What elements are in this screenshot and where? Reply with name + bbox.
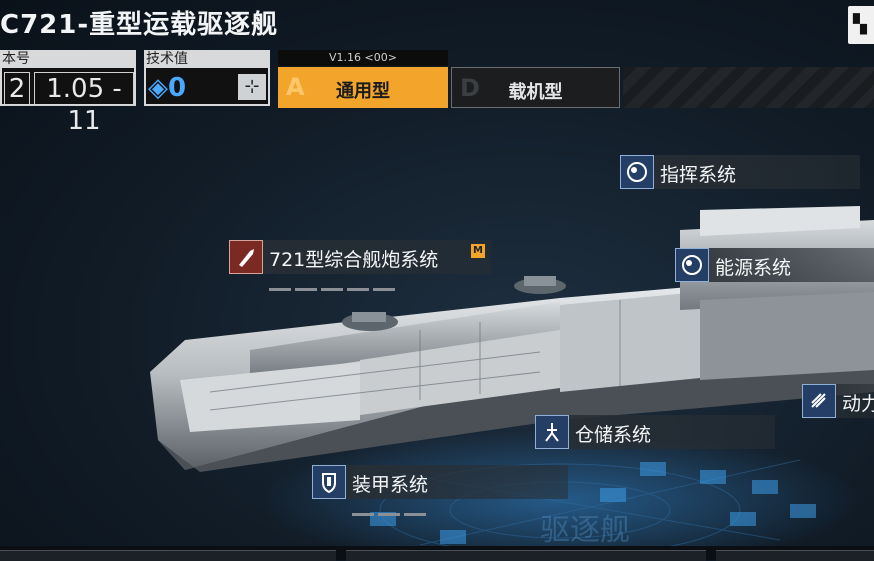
bottom-panel-left[interactable]: [0, 550, 336, 561]
shell-icon: [229, 240, 263, 274]
system-label: 装甲系统: [352, 474, 429, 496]
tech-label: 技术值: [144, 50, 270, 68]
system-naval-gun[interactable]: 721型综合舰炮系统 M: [229, 240, 491, 291]
tech-value: ◈0: [148, 72, 186, 104]
mod-badge: M: [471, 244, 485, 258]
system-label: 指挥系统: [660, 164, 737, 186]
system-command[interactable]: 指挥系统: [620, 155, 860, 189]
system-label: 仓储系统: [575, 424, 652, 446]
level-ticks: [352, 501, 430, 516]
version-panel: 本号 2 1.05 - 11: [0, 50, 136, 136]
system-energy[interactable]: 能源系统: [675, 248, 874, 282]
target-icon: [675, 248, 709, 282]
target-icon: [620, 155, 654, 189]
locked-tab-slot: [623, 67, 874, 108]
system-label: 动力: [842, 393, 874, 415]
version-major: 2: [4, 72, 30, 106]
tab-label: 通用型: [336, 81, 390, 102]
system-label: 721型综合舰炮系统: [269, 249, 439, 271]
tab-label: 载机型: [508, 82, 563, 103]
bottom-panel-right[interactable]: [716, 550, 874, 561]
version-tag: V1.16 <00>: [278, 50, 448, 66]
bottom-panel-strip: [0, 546, 874, 561]
system-propulsion[interactable]: 动力: [802, 384, 874, 418]
corner-menu-button[interactable]: ▚: [848, 6, 874, 44]
version-minor: 1.05 - 11: [34, 72, 134, 136]
level-ticks: [269, 276, 399, 291]
engine-icon: [802, 384, 836, 418]
menu-icon: ▚: [853, 14, 867, 35]
bottom-panel-center[interactable]: [346, 550, 706, 561]
page-title: C721-重型运载驱逐舰: [0, 10, 279, 40]
tech-adjust-button[interactable]: ⊹: [238, 74, 266, 100]
tab-general-type[interactable]: A 通用型: [278, 67, 448, 108]
tech-panel: 技术值 ◈0 ⊹: [144, 50, 270, 106]
system-label: 能源系统: [715, 257, 792, 279]
system-storage[interactable]: 仓储系统: [535, 415, 775, 449]
watermark-text: 驱逐舰: [540, 514, 630, 547]
tech-points-icon: ◈: [148, 73, 168, 103]
system-armor[interactable]: 装甲系统: [312, 465, 568, 516]
tab-carrier-type[interactable]: D 载机型: [451, 67, 620, 108]
shield-icon: [312, 465, 346, 499]
version-label: 本号: [0, 50, 136, 68]
tech-value-number: 0: [168, 73, 187, 103]
crane-icon: [535, 415, 569, 449]
